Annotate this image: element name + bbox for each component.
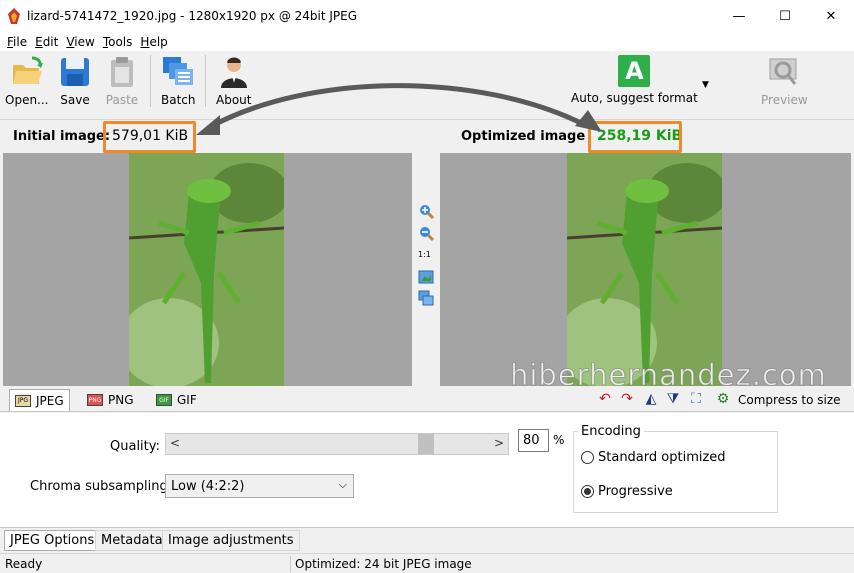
zoom-actual-size-button[interactable]: 1:1	[418, 250, 431, 259]
menu-edit[interactable]: Edit	[31, 35, 62, 49]
encoding-label: Encoding	[578, 424, 644, 439]
chevron-down-icon: ⌵	[338, 478, 347, 491]
preview-magnifier-icon	[769, 58, 797, 85]
auto-format-dropdown-icon[interactable]: ▼	[702, 80, 709, 90]
jpeg-options-panel: Quality: < > 80 % Chroma subsampling: Lo…	[0, 413, 854, 527]
lizard-image	[129, 153, 284, 386]
preview-label: Preview	[761, 93, 808, 107]
chroma-subsampling-select[interactable]: Low (4:2:2) ⌵	[165, 474, 354, 498]
initial-size-highlight	[103, 121, 196, 153]
minimize-button[interactable]: —	[716, 0, 762, 32]
radio-progressive-label: Progressive	[598, 484, 673, 499]
tab-png[interactable]: PNG PNG	[82, 389, 139, 411]
open-label: Open...	[5, 93, 49, 107]
menu-help[interactable]: Help	[136, 35, 171, 49]
jpeg-format-icon: JPG	[15, 394, 31, 407]
radio-dot	[581, 451, 594, 464]
rotate-left-icon[interactable]: ↶	[597, 391, 613, 407]
auto-format-icon: A	[618, 55, 651, 87]
status-bar: Ready Optimized: 24 bit JPEG image	[0, 553, 854, 573]
preview-button[interactable]: Preview	[761, 55, 808, 107]
paste-label: Paste	[105, 93, 139, 107]
tab-gif-label: GIF	[177, 393, 197, 407]
initial-image-label: Initial image:	[13, 129, 111, 144]
paste-button[interactable]: Paste	[105, 55, 139, 107]
radio-progressive[interactable]: Progressive	[581, 484, 673, 499]
flip-horizontal-icon[interactable]: ◭	[643, 391, 659, 407]
slider-right-arrow-icon[interactable]: >	[494, 436, 504, 450]
quality-slider[interactable]: < >	[165, 433, 509, 455]
gif-format-icon: GIF	[156, 394, 172, 406]
zoom-strip: 1:1	[412, 153, 440, 386]
radio-standard-optimized[interactable]: Standard optimized	[581, 450, 726, 465]
toolbar-separator	[150, 55, 151, 107]
compress-to-size-button[interactable]: Compress to size	[738, 393, 841, 407]
rotate-right-icon[interactable]: ↷	[619, 391, 635, 407]
tab-jpeg-label: JPEG	[36, 393, 64, 408]
radio-standard-optimized-label: Standard optimized	[598, 450, 726, 465]
chroma-subsampling-value: Low (4:2:2)	[171, 478, 245, 494]
quality-unit: %	[553, 433, 565, 447]
tab-image-adjustments[interactable]: Image adjustments	[162, 530, 300, 551]
initial-image-pane[interactable]	[3, 153, 412, 386]
menu-file[interactable]: File	[3, 35, 31, 49]
window-title: lizard-5741472_1920.jpg - 1280x1920 px @…	[27, 9, 358, 23]
menu-view[interactable]: View	[62, 35, 98, 49]
open-folder-icon	[12, 56, 43, 84]
png-format-icon: PNG	[87, 394, 103, 406]
close-button[interactable]: ✕	[808, 0, 854, 32]
encoding-group	[573, 431, 778, 513]
maximize-button[interactable]: ☐	[762, 0, 808, 32]
lizard-image	[567, 153, 722, 386]
slider-left-arrow-icon[interactable]: <	[170, 436, 180, 450]
menu-bar: File Edit View Tools Help	[0, 32, 854, 51]
radio-dot	[581, 485, 594, 498]
menu-tools[interactable]: Tools	[99, 35, 137, 49]
zoom-out-icon[interactable]	[418, 225, 434, 241]
save-disk-icon	[61, 58, 89, 86]
save-label: Save	[60, 93, 90, 107]
chroma-subsampling-label: Chroma subsampling:	[30, 479, 173, 494]
tab-jpeg[interactable]: JPG JPEG	[9, 389, 70, 411]
options-tabs: JPEG Options Metadata Image adjustments	[0, 527, 854, 551]
quality-label: Quality:	[110, 439, 160, 454]
status-right: Optimized: 24 bit JPEG image	[295, 557, 472, 571]
title-bar: lizard-5741472_1920.jpg - 1280x1920 px @…	[0, 0, 854, 32]
compress-to-size-icon[interactable]: ⚙	[715, 391, 731, 407]
crop-icon[interactable]: ⛶	[688, 391, 704, 407]
paste-clipboard-icon	[111, 57, 133, 87]
tab-jpeg-options[interactable]: JPEG Options	[4, 530, 101, 551]
format-tabs: JPG JPEG PNG PNG GIF GIF ↶ ↷ ◭ ⧩ ⛶ ⚙ Com…	[0, 386, 854, 412]
quality-input[interactable]: 80	[518, 429, 549, 452]
flip-vertical-icon[interactable]: ⧩	[665, 391, 681, 407]
app-icon	[8, 8, 20, 24]
status-left: Ready	[5, 557, 43, 571]
compare-images-icon[interactable]	[418, 290, 434, 306]
open-button[interactable]: Open...	[5, 55, 49, 107]
save-button[interactable]: Save	[58, 55, 92, 107]
tab-metadata[interactable]: Metadata	[95, 530, 169, 551]
optimized-image-pane[interactable]	[440, 153, 851, 386]
quality-slider-thumb[interactable]	[417, 434, 434, 454]
comparison-arrow	[196, 83, 602, 135]
zoom-in-icon[interactable]	[418, 203, 434, 219]
tab-png-label: PNG	[108, 393, 134, 407]
tab-gif[interactable]: GIF GIF	[151, 389, 202, 411]
fit-to-window-icon[interactable]	[418, 269, 434, 285]
status-divider	[290, 556, 291, 572]
